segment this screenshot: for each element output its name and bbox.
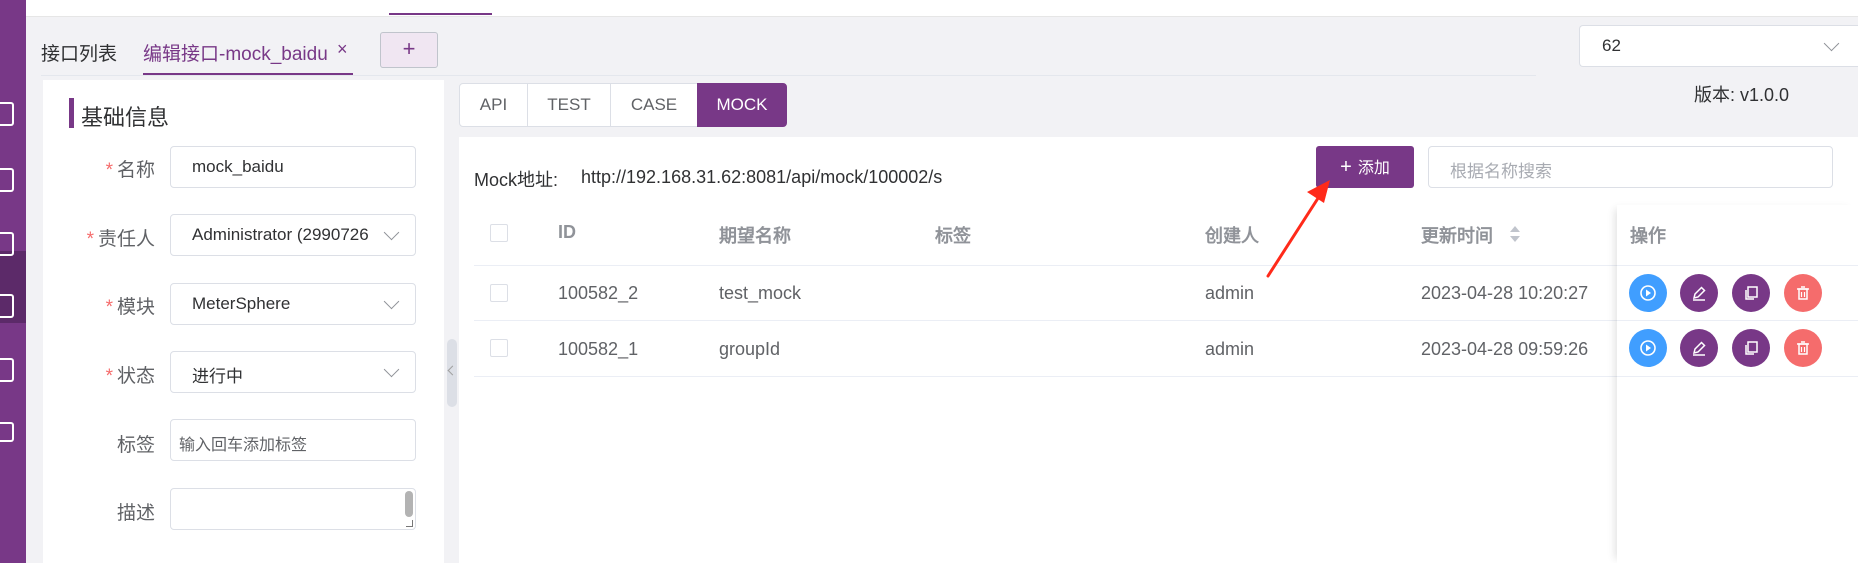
version-select[interactable]: 62 bbox=[1579, 25, 1858, 67]
annotation-arrow-icon bbox=[1266, 180, 1330, 278]
column-header-creator: 创建人 bbox=[1205, 226, 1259, 246]
module-select[interactable]: MeterSphere bbox=[170, 283, 416, 325]
mock-address-url: http://192.168.31.62:8081/api/mock/10000… bbox=[581, 167, 943, 187]
row-id: 100582_1 bbox=[558, 339, 639, 359]
column-header-actions: 操作 bbox=[1630, 226, 1666, 246]
name-input[interactable]: mock_baidu bbox=[170, 146, 416, 188]
close-tab-icon[interactable]: × bbox=[337, 39, 348, 60]
operations-column: 操作 bbox=[1617, 205, 1858, 563]
tag-input[interactable]: 输入回车添加标签 bbox=[170, 419, 416, 461]
top-header bbox=[26, 0, 1858, 17]
row-checkbox[interactable] bbox=[490, 339, 508, 357]
copy-button[interactable] bbox=[1732, 329, 1770, 367]
chevron-down-icon bbox=[383, 224, 400, 241]
ops-header-divider bbox=[1617, 265, 1858, 266]
top-nav-active-underline bbox=[389, 13, 492, 15]
search-input[interactable]: 根据名称搜索 bbox=[1428, 146, 1833, 188]
run-button[interactable] bbox=[1629, 329, 1667, 367]
description-label: 描述 bbox=[116, 503, 155, 524]
delete-button[interactable] bbox=[1784, 329, 1822, 367]
row-name: test_mock bbox=[719, 283, 802, 303]
mock-address-label: Mock地址: bbox=[474, 170, 559, 190]
play-circle-icon bbox=[1640, 340, 1656, 356]
row-creator: admin bbox=[1205, 283, 1255, 303]
status-select[interactable]: 进行中 bbox=[170, 351, 416, 393]
row-updated: 2023-04-28 10:20:27 bbox=[1421, 283, 1589, 303]
trash-icon bbox=[1797, 286, 1809, 300]
left-nav-sidebar bbox=[0, 0, 26, 563]
owner-select[interactable]: Administrator (2990726 bbox=[170, 214, 416, 256]
row-updated: 2023-04-28 09:59:26 bbox=[1421, 339, 1589, 359]
api-test-icon[interactable] bbox=[0, 232, 14, 256]
column-header-updated[interactable]: 更新时间 bbox=[1421, 222, 1493, 248]
row-creator: admin bbox=[1205, 339, 1255, 359]
trash-icon bbox=[1797, 341, 1809, 355]
version-label: 版本: v1.0.0 bbox=[1694, 85, 1790, 105]
tab-interface-list[interactable]: 接口列表 bbox=[41, 39, 117, 66]
resize-handle-icon[interactable] bbox=[406, 520, 413, 527]
document-icon[interactable] bbox=[0, 168, 14, 192]
subtab-mock[interactable]: MOCK bbox=[697, 83, 787, 127]
name-label: * 名称 bbox=[105, 160, 155, 181]
owner-label: * 责任人 bbox=[86, 229, 155, 250]
project-icon[interactable] bbox=[0, 422, 14, 442]
description-textarea[interactable] bbox=[170, 488, 416, 530]
panel-splitter[interactable] bbox=[447, 339, 458, 407]
play-circle-icon bbox=[1640, 285, 1656, 301]
add-tab-button[interactable]: + bbox=[380, 32, 438, 68]
ops-row-divider bbox=[1617, 376, 1858, 377]
subtab-test[interactable]: TEST bbox=[527, 83, 611, 127]
subtab-api[interactable]: API bbox=[459, 83, 528, 127]
edit-button[interactable] bbox=[1680, 274, 1718, 312]
section-accent-bar bbox=[69, 98, 74, 128]
column-header-tag: 标签 bbox=[935, 226, 971, 246]
monitor-icon[interactable] bbox=[0, 102, 14, 126]
section-title: 基础信息 bbox=[81, 105, 170, 130]
pencil-icon bbox=[1692, 286, 1706, 301]
report-icon[interactable] bbox=[0, 358, 14, 382]
plus-icon: + bbox=[1340, 156, 1352, 178]
ops-row-divider bbox=[1617, 320, 1858, 321]
column-header-name: 期望名称 bbox=[719, 226, 791, 246]
tab-divider bbox=[41, 75, 1536, 76]
textarea-scrollbar[interactable] bbox=[405, 491, 413, 517]
row-name: groupId bbox=[719, 339, 781, 359]
pencil-icon bbox=[1692, 341, 1706, 356]
module-label: * 模块 bbox=[105, 297, 155, 318]
select-all-checkbox[interactable] bbox=[490, 224, 508, 242]
copy-icon bbox=[1745, 286, 1758, 300]
edit-button[interactable] bbox=[1680, 329, 1718, 367]
chevron-down-icon bbox=[383, 293, 400, 310]
delete-button[interactable] bbox=[1784, 274, 1822, 312]
status-label: * 状态 bbox=[105, 366, 155, 387]
tag-label: 标签 bbox=[116, 435, 155, 456]
sort-icon[interactable] bbox=[1510, 226, 1520, 244]
tab-edit-interface[interactable]: 编辑接口-mock_baidu bbox=[143, 39, 328, 66]
version-select-value: 62 bbox=[1602, 36, 1621, 55]
subtab-case[interactable]: CASE bbox=[610, 83, 698, 127]
chevron-left-icon bbox=[447, 365, 458, 376]
row-checkbox[interactable] bbox=[490, 284, 508, 302]
performance-icon[interactable] bbox=[0, 294, 14, 318]
copy-icon bbox=[1745, 341, 1758, 355]
column-header-id: ID bbox=[558, 222, 576, 242]
run-button[interactable] bbox=[1629, 274, 1667, 312]
chevron-down-icon bbox=[1823, 35, 1840, 52]
copy-button[interactable] bbox=[1732, 274, 1770, 312]
chevron-down-icon bbox=[383, 361, 400, 378]
row-id: 100582_2 bbox=[558, 283, 639, 303]
